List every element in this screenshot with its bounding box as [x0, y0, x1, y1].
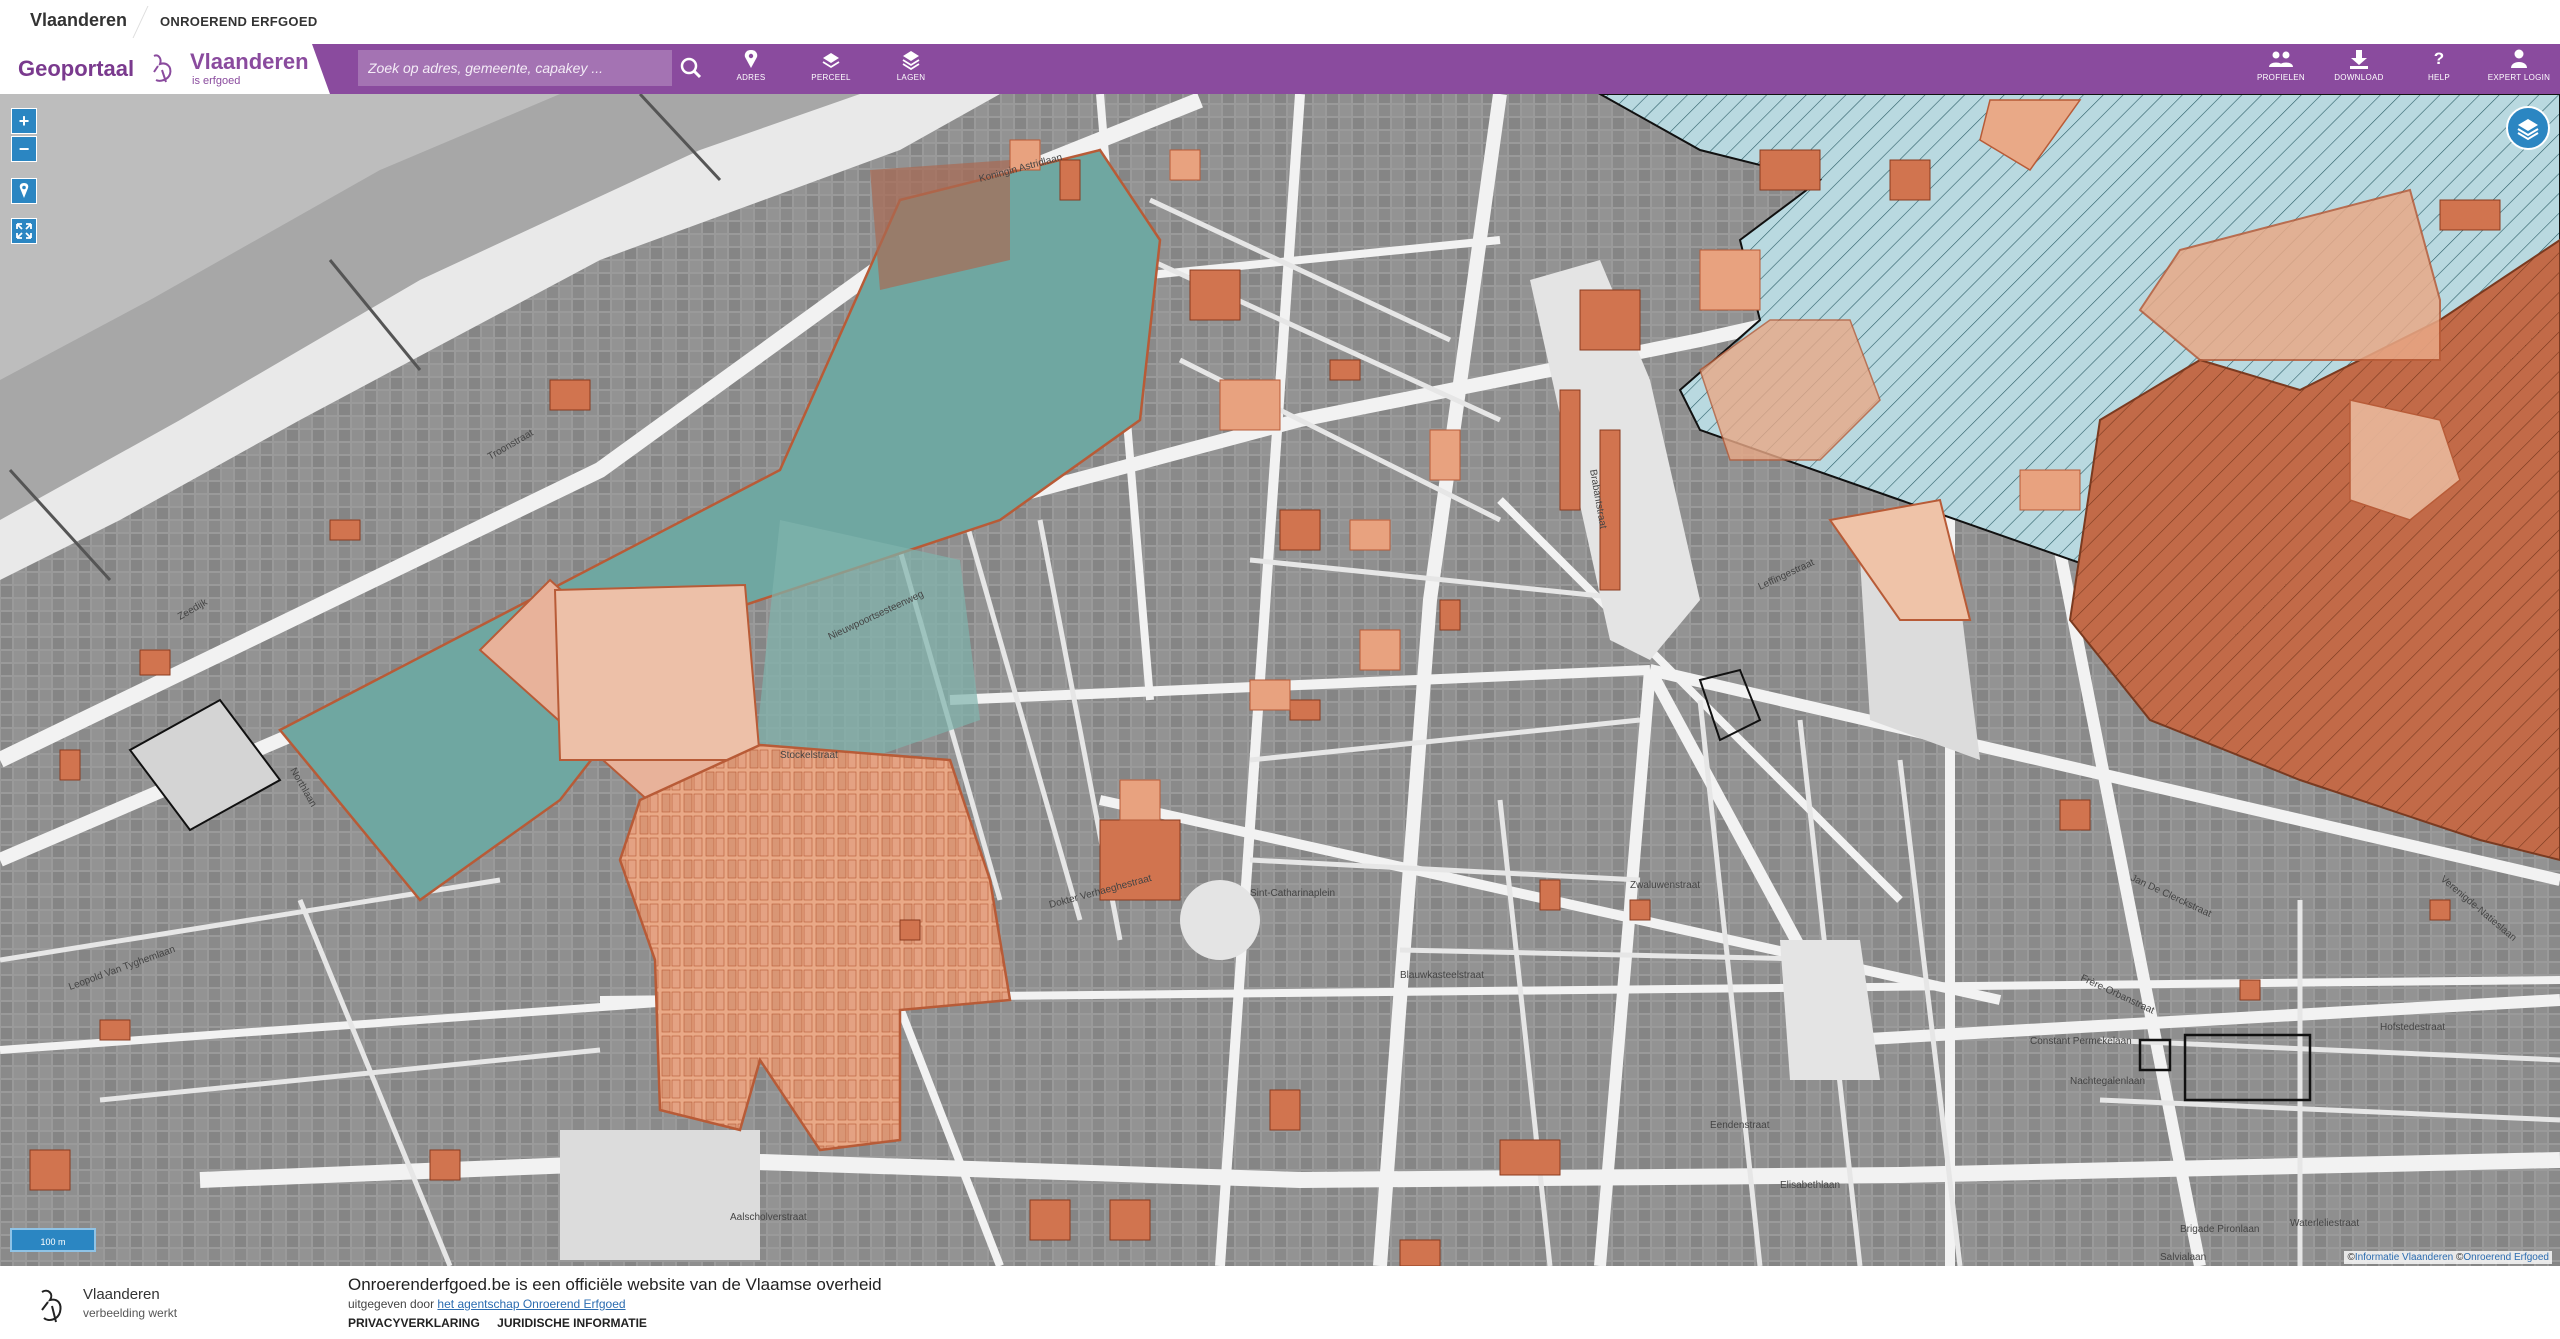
zoom-control: + −: [11, 108, 37, 164]
footer-brand-tagline: verbeelding werkt: [83, 1306, 178, 1320]
app-header: Geoportaal Vlaanderen is erfgoed ADRES P…: [0, 44, 2560, 94]
map-attribution: ©Informatie Vlaanderen ©Onroerend Erfgoe…: [2344, 1251, 2552, 1264]
footer: Vlaanderen verbeelding werkt Onroerender…: [0, 1266, 2560, 1339]
nav-help-button[interactable]: ? HELP: [2404, 48, 2474, 92]
brand-box: Geoportaal Vlaanderen is erfgoed: [0, 44, 330, 94]
fullscreen-button[interactable]: [11, 218, 37, 244]
nav-lagen-button[interactable]: LAGEN: [876, 48, 946, 92]
locate-button[interactable]: [11, 178, 37, 204]
street-label: Aalscholverstraat: [730, 1212, 807, 1223]
scale-bar: 100 m: [10, 1228, 96, 1252]
street-label: Brigade Piron­laan: [2180, 1224, 2260, 1235]
nav-label: HELP: [2427, 73, 2451, 82]
help-icon: ?: [2433, 49, 2445, 68]
publisher-link[interactable]: het agentschap Onroerend Erfgoed: [437, 1297, 625, 1311]
plaza: [1180, 880, 1260, 960]
nav-label: PROFIELEN: [2256, 73, 2306, 82]
brand-name: Vlaanderen: [190, 49, 309, 74]
footer-title: Onroerenderfgoed.be is een officiële web…: [348, 1275, 882, 1294]
lion-logo-icon: [153, 54, 172, 83]
map-viewport[interactable]: Koningin Astridlaan Troonstraat Zeedijk …: [0, 94, 2560, 1266]
nav-adres-button[interactable]: ADRES: [716, 48, 786, 92]
nav-expert-login-button[interactable]: EXPERT LOGIN: [2484, 48, 2554, 92]
street-label: Stockelstraat: [780, 750, 838, 761]
nav-label: LAGEN: [896, 73, 926, 82]
topbar-divider: [132, 6, 149, 38]
location-icon: [19, 183, 29, 198]
legal-info-link[interactable]: JURIDISCHE INFORMATIE: [497, 1316, 647, 1330]
heritage-parcel[interactable]: [553, 583, 762, 761]
street-label: Constant Permekelaan: [2030, 1036, 2132, 1047]
nav-label: DOWNLOAD: [2334, 73, 2384, 82]
layers-icon: [902, 51, 920, 70]
nav-label: EXPERT LOGIN: [2487, 73, 2551, 82]
privacy-link[interactable]: PRIVACYVERKLARING: [348, 1316, 480, 1330]
zoom-out-button[interactable]: −: [11, 136, 37, 162]
layer-switcher-button[interactable]: [2506, 106, 2550, 150]
street-label: Blauwkasteelstraat: [1400, 970, 1484, 981]
street-label: Sint-Catharinaplein: [1250, 888, 1335, 899]
lion-logo-icon: [41, 1289, 62, 1323]
publisher-prefix: uitgegeven door: [348, 1297, 435, 1311]
expand-icon: [16, 223, 32, 239]
entity-label[interactable]: ONROEREND ERFGOED: [160, 14, 318, 29]
street-label: Salvialaan: [2160, 1252, 2206, 1263]
footer-links: PRIVACYVERKLARING JURIDISCHE INFORMATIE: [348, 1316, 661, 1330]
attribution-link[interactable]: Informatie Vlaanderen: [2355, 1252, 2453, 1263]
attribution-link[interactable]: Onroerend Erfgoed: [2463, 1252, 2549, 1263]
layers-icon: [2517, 119, 2539, 141]
nav-label: PERCEEL: [811, 73, 851, 82]
nav-download-button[interactable]: DOWNLOAD: [2324, 48, 2394, 92]
flemish-gov-label[interactable]: Vlaanderen: [30, 10, 127, 31]
street-label: Zwaluwenstraat: [1630, 880, 1700, 891]
zoom-in-button[interactable]: +: [11, 108, 37, 134]
street-label: Waterleliestraat: [2290, 1218, 2359, 1229]
street-label: Hofstedestraat: [2380, 1022, 2445, 1033]
attribution-symbol: ©: [2347, 1252, 2355, 1263]
parcel-icon: [822, 53, 840, 69]
nav-label: ADRES: [736, 73, 766, 82]
people-icon: [2269, 51, 2293, 67]
pin-icon: [744, 50, 758, 68]
footer-brand-name: Vlaanderen: [83, 1286, 160, 1303]
nav-perceel-button[interactable]: PERCEEL: [796, 48, 866, 92]
street-label: Eendenstraat: [1710, 1120, 1770, 1131]
footer-publisher: uitgegeven door het agentschap Onroerend…: [348, 1297, 626, 1311]
street-label: Nachtegalenlaan: [2070, 1076, 2145, 1087]
download-icon: [2350, 50, 2368, 69]
search-input[interactable]: [358, 50, 672, 86]
brand-tagline: is erfgoed: [192, 75, 241, 87]
top-bar: Vlaanderen ONROEREND ERFGOED: [0, 0, 2560, 45]
nav-profielen-button[interactable]: PROFIELEN: [2246, 48, 2316, 92]
street-label: Elisabethlaan: [1780, 1180, 1840, 1191]
plaza: [560, 1130, 760, 1260]
user-icon: [2511, 49, 2527, 68]
map-canvas[interactable]: Koningin Astridlaan Troonstraat Zeedijk …: [0, 94, 2560, 1266]
search-icon[interactable]: [678, 54, 704, 82]
app-title[interactable]: Geoportaal: [18, 56, 134, 82]
